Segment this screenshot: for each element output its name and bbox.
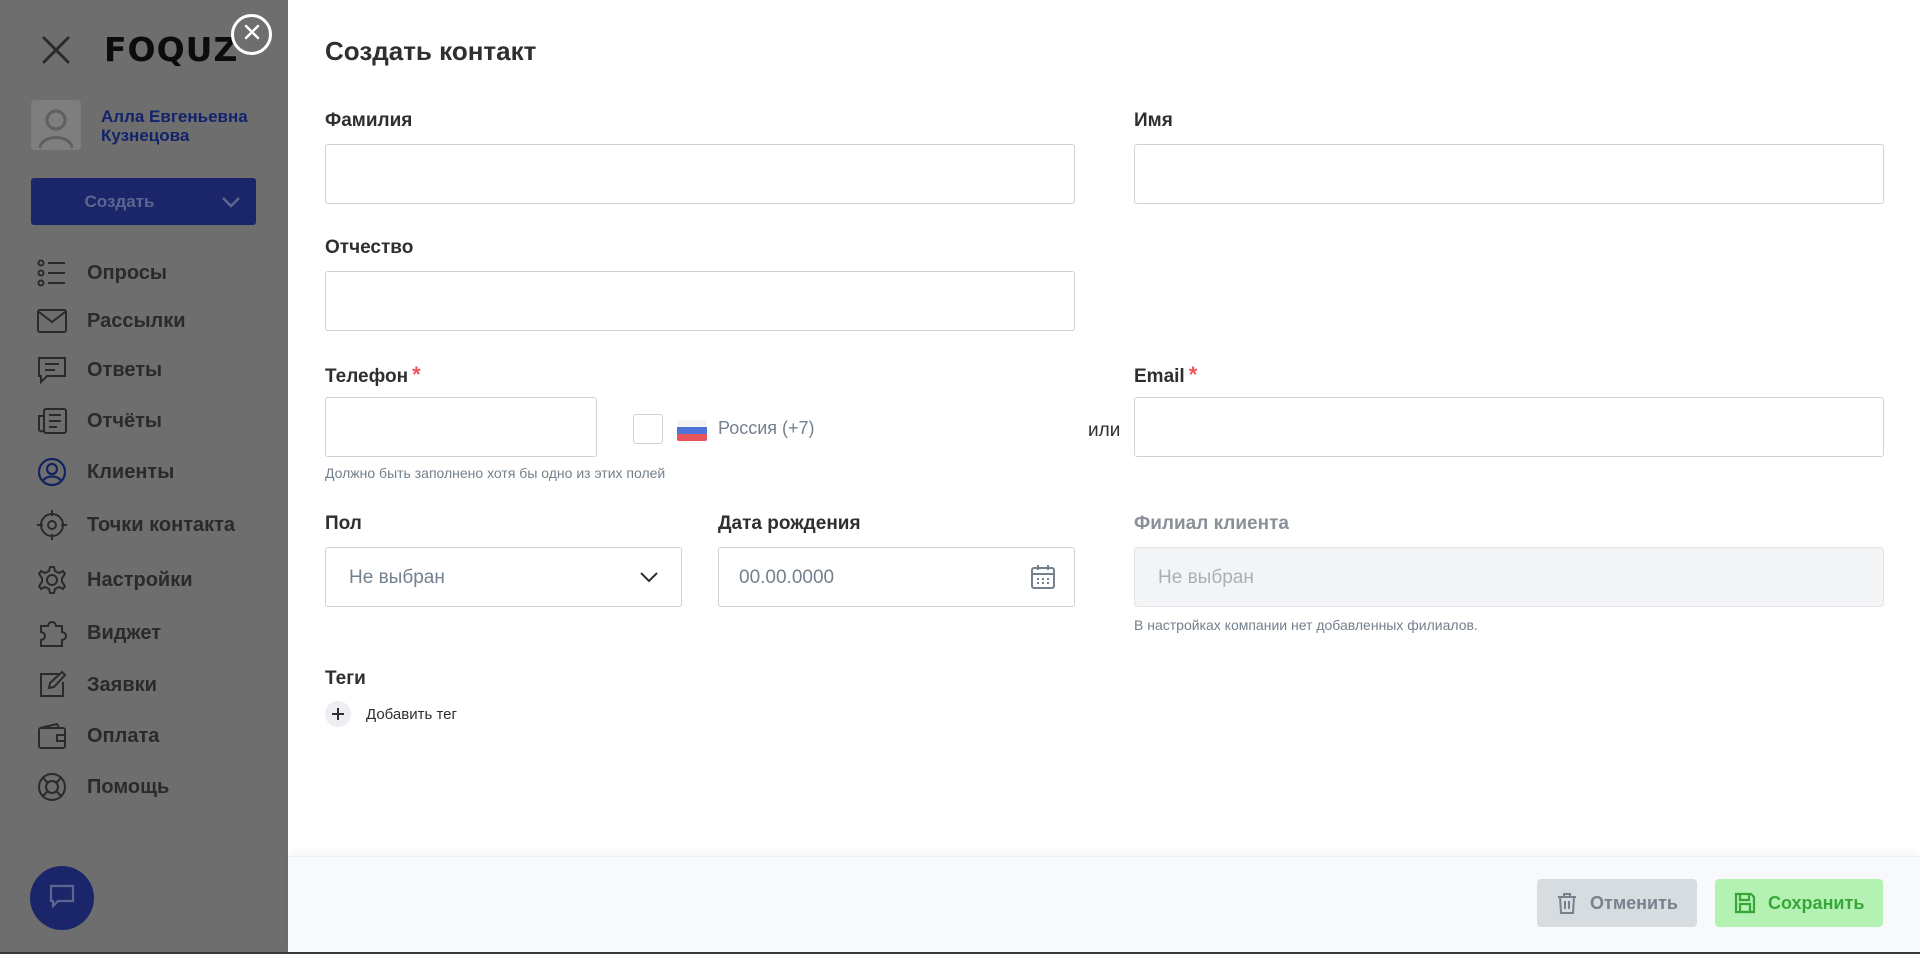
russia-flag-icon — [677, 420, 707, 441]
sidebar: FOQUZ Алла Евгеньевна Кузнецова Создать … — [0, 0, 288, 954]
contact-hint: Должно быть заполнено хотя бы одно из эт… — [325, 465, 666, 481]
branch-hint: В настройках компании нет добавленных фи… — [1134, 617, 1478, 633]
chevron-down-icon — [639, 570, 659, 588]
user-name[interactable]: Алла Евгеньевна Кузнецова — [101, 107, 271, 145]
target-icon — [36, 509, 68, 541]
sidebar-item-label: Опросы — [87, 261, 168, 284]
email-label-text: Email — [1134, 366, 1185, 387]
country-code[interactable]: Россия (+7) — [718, 418, 815, 439]
last-name-input[interactable] — [325, 144, 1075, 204]
branch-select: Не выбран — [1134, 547, 1884, 607]
sidebar-item-label: Виджет — [87, 621, 162, 644]
wallet-icon — [36, 720, 68, 752]
calendar-icon[interactable] — [1030, 564, 1056, 595]
create-button[interactable]: Создать — [31, 178, 256, 225]
mail-icon — [36, 305, 68, 337]
modal-close-button[interactable] — [231, 14, 272, 55]
gender-label: Пол — [325, 513, 362, 534]
sidebar-item-widget[interactable]: Виджет — [36, 616, 161, 650]
list-icon — [36, 257, 68, 289]
birthdate-input[interactable]: 00.00.0000 — [718, 547, 1075, 607]
branch-label: Филиал клиента — [1134, 513, 1289, 534]
logo[interactable]: FOQUZ — [104, 30, 238, 69]
first-name-input[interactable] — [1134, 144, 1884, 204]
country-checkbox[interactable] — [633, 414, 663, 444]
edit-icon — [36, 669, 68, 701]
trash-icon — [1556, 891, 1578, 915]
email-label: Email * — [1134, 362, 1197, 388]
create-contact-panel: Создать контакт Фамилия Имя Отчество Тел… — [288, 0, 1920, 954]
puzzle-icon — [36, 617, 68, 649]
sidebar-item-touchpoints[interactable]: Точки контакта — [36, 508, 235, 542]
phone-label-text: Телефон — [325, 366, 409, 387]
sidebar-item-help[interactable]: Помощь — [36, 770, 169, 804]
required-mark: * — [412, 362, 421, 387]
add-tag-button[interactable]: Добавить тег — [325, 701, 457, 727]
answers-icon — [36, 354, 68, 386]
chat-button[interactable] — [30, 866, 94, 930]
phone-input[interactable] — [325, 397, 597, 457]
save-icon — [1734, 891, 1756, 915]
middle-name-label: Отчество — [325, 237, 414, 258]
reports-icon — [36, 405, 68, 437]
gear-icon — [36, 564, 68, 596]
birthdate-placeholder: 00.00.0000 — [739, 567, 835, 588]
sidebar-item-answers[interactable]: Ответы — [36, 353, 162, 387]
sidebar-item-label: Клиенты — [87, 460, 175, 483]
create-button-label: Создать — [84, 191, 155, 211]
page-title: Создать контакт — [325, 36, 537, 66]
sidebar-item-label: Рассылки — [87, 309, 186, 332]
cancel-button[interactable]: Отменить — [1537, 879, 1697, 927]
sidebar-item-label: Точки контакта — [87, 513, 236, 536]
sidebar-item-label: Настройки — [87, 568, 193, 591]
required-mark: * — [1188, 362, 1198, 387]
first-name-label: Имя — [1134, 110, 1173, 131]
save-label: Сохранить — [1768, 892, 1865, 913]
gender-select[interactable]: Не выбран — [325, 547, 682, 607]
sidebar-item-label: Оплата — [87, 724, 160, 747]
sidebar-item-surveys[interactable]: Опросы — [36, 256, 167, 290]
branch-value: Не выбран — [1158, 567, 1254, 588]
or-label: или — [1088, 420, 1121, 441]
sidebar-item-payment[interactable]: Оплата — [36, 719, 159, 753]
chevron-down-icon[interactable] — [206, 178, 256, 225]
lifebuoy-icon — [36, 771, 68, 803]
sidebar-item-label: Ответы — [87, 358, 163, 381]
chat-icon — [49, 884, 75, 913]
sidebar-item-clients[interactable]: Клиенты — [36, 455, 174, 489]
sidebar-item-requests[interactable]: Заявки — [36, 668, 157, 702]
user-circle-icon — [36, 456, 68, 488]
sidebar-item-mailings[interactable]: Рассылки — [36, 304, 186, 338]
sidebar-item-label: Заявки — [87, 673, 157, 696]
form-footer: Отменить Сохранить — [288, 856, 1920, 954]
plus-icon — [325, 701, 351, 727]
middle-name-input[interactable] — [325, 271, 1075, 331]
phone-label: Телефон * — [325, 362, 421, 388]
birthdate-label: Дата рождения — [718, 513, 861, 534]
close-icon — [244, 24, 260, 45]
email-input[interactable] — [1134, 397, 1884, 457]
sidebar-item-reports[interactable]: Отчёты — [36, 404, 162, 438]
cancel-label: Отменить — [1590, 892, 1678, 913]
sidebar-item-label: Отчёты — [87, 409, 162, 432]
save-button[interactable]: Сохранить — [1715, 879, 1883, 927]
last-name-label: Фамилия — [325, 110, 413, 131]
avatar[interactable] — [31, 100, 81, 150]
close-icon[interactable] — [40, 34, 72, 66]
sidebar-item-settings[interactable]: Настройки — [36, 563, 193, 597]
gender-value: Не выбран — [349, 567, 445, 588]
tags-label: Теги — [325, 668, 366, 689]
sidebar-item-label: Помощь — [87, 775, 170, 798]
add-tag-label: Добавить тег — [366, 705, 457, 723]
